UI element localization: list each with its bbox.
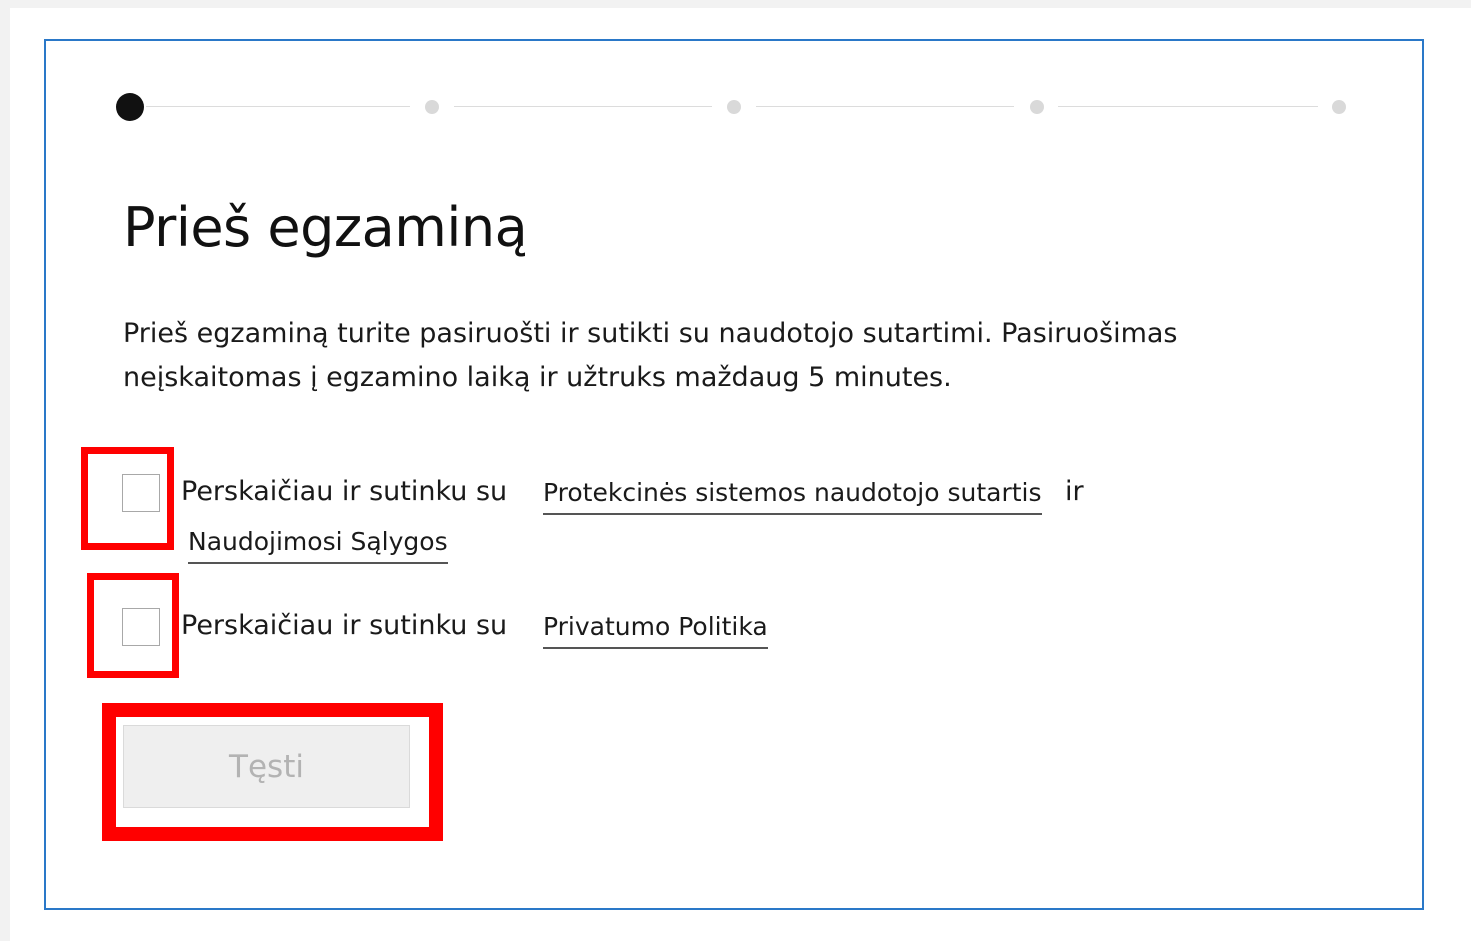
page-description: Prieš egzaminą turite pasiruošti ir suti… [123, 318, 1178, 393]
page-title: Prieš egzaminą [123, 196, 528, 259]
step-connector [756, 106, 1014, 107]
step-4-dot [1030, 100, 1044, 114]
user-agreement-link[interactable]: Protekcinės sistemos naudotojo sutartis [543, 478, 1042, 515]
terms-of-use-link[interactable]: Naudojimosi Sąlygos [188, 527, 448, 564]
agreement-1-conjunction: ir [1065, 476, 1084, 507]
continue-button[interactable]: Tęsti [123, 725, 410, 808]
privacy-policy-checkbox[interactable] [122, 608, 160, 646]
step-2-dot [425, 100, 439, 114]
step-connector [454, 106, 712, 107]
step-5-dot [1332, 100, 1346, 114]
user-agreement-checkbox[interactable] [122, 474, 160, 512]
agreement-2-label: Perskaičiau ir sutinku su [181, 610, 508, 641]
agreement-1-label: Perskaičiau ir sutinku su [181, 476, 508, 507]
step-3-dot [727, 100, 741, 114]
step-1-dot-active [116, 93, 144, 121]
step-connector [1058, 106, 1318, 107]
step-connector [146, 106, 410, 107]
privacy-policy-link[interactable]: Privatumo Politika [543, 612, 768, 649]
